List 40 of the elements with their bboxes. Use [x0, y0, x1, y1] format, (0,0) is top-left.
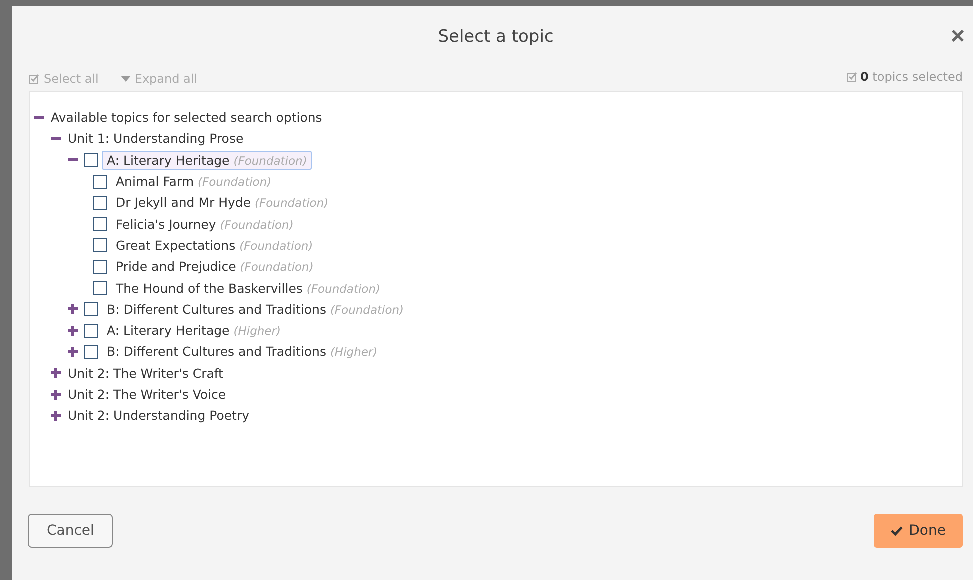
- caret-icon: [120, 76, 131, 82]
- tree-item[interactable]: B: Different Cultures and Traditions (Foundation): [102, 300, 410, 319]
- tree-item[interactable]: Unit 2: The Writer's Craft: [63, 364, 228, 383]
- tree-item[interactable]: A: Literary Heritage (Foundation): [102, 150, 312, 170]
- checkbox-icon: [29, 74, 40, 84]
- tree-item[interactable]: Great Expectations (Foundation): [111, 236, 318, 255]
- checkbox[interactable]: [84, 153, 98, 168]
- tree-item[interactable]: Felicia's Journey (Foundation): [111, 214, 299, 234]
- plus-icon[interactable]: [51, 410, 61, 421]
- checkbox-icon: [846, 72, 858, 82]
- checkbox[interactable]: [93, 217, 107, 232]
- checkbox[interactable]: [93, 196, 107, 210]
- tree-item[interactable]: The Hound of the Baskervilles (Foundation): [111, 278, 386, 298]
- tree-item[interactable]: Unit 2: Understanding Poetry: [63, 406, 254, 426]
- plus-icon[interactable]: [68, 346, 78, 357]
- plus-icon[interactable]: [68, 304, 78, 314]
- tree-item[interactable]: Unit 2: The Writer's Voice: [63, 385, 232, 404]
- tree-item[interactable]: Animal Farm (Foundation): [111, 172, 277, 192]
- checkbox[interactable]: [93, 281, 107, 296]
- selected-count: 0 topics selected: [860, 70, 963, 84]
- tree-item[interactable]: B: Different Cultures and Traditions (Higher): [102, 342, 383, 362]
- plus-icon[interactable]: [51, 390, 61, 400]
- checkbox[interactable]: [84, 324, 98, 338]
- done-button[interactable]: Done: [874, 514, 963, 548]
- dialog-title: Select a topic: [438, 27, 554, 47]
- checkbox[interactable]: [84, 302, 98, 316]
- tree-item[interactable]: Unit 1: Understanding Prose: [63, 129, 249, 148]
- checkmark-icon: [891, 526, 904, 536]
- checkbox[interactable]: [93, 260, 107, 274]
- plus-icon[interactable]: [68, 326, 78, 336]
- checkbox[interactable]: [93, 238, 107, 252]
- plus-icon[interactable]: [51, 368, 61, 378]
- tree-item[interactable]: Pride and Prejudice (Foundation): [111, 257, 319, 276]
- checkbox[interactable]: [93, 174, 107, 189]
- cancel-button[interactable]: Cancel: [28, 514, 114, 548]
- tree-item[interactable]: Dr Jekyll and Mr Hyde (Foundation): [111, 193, 334, 212]
- checkbox[interactable]: [84, 344, 98, 359]
- tree-item[interactable]: A: Literary Heritage (Higher): [102, 321, 286, 340]
- tree-item[interactable]: Available topics for selected search options: [46, 108, 328, 128]
- close-button[interactable]: ×: [946, 25, 969, 49]
